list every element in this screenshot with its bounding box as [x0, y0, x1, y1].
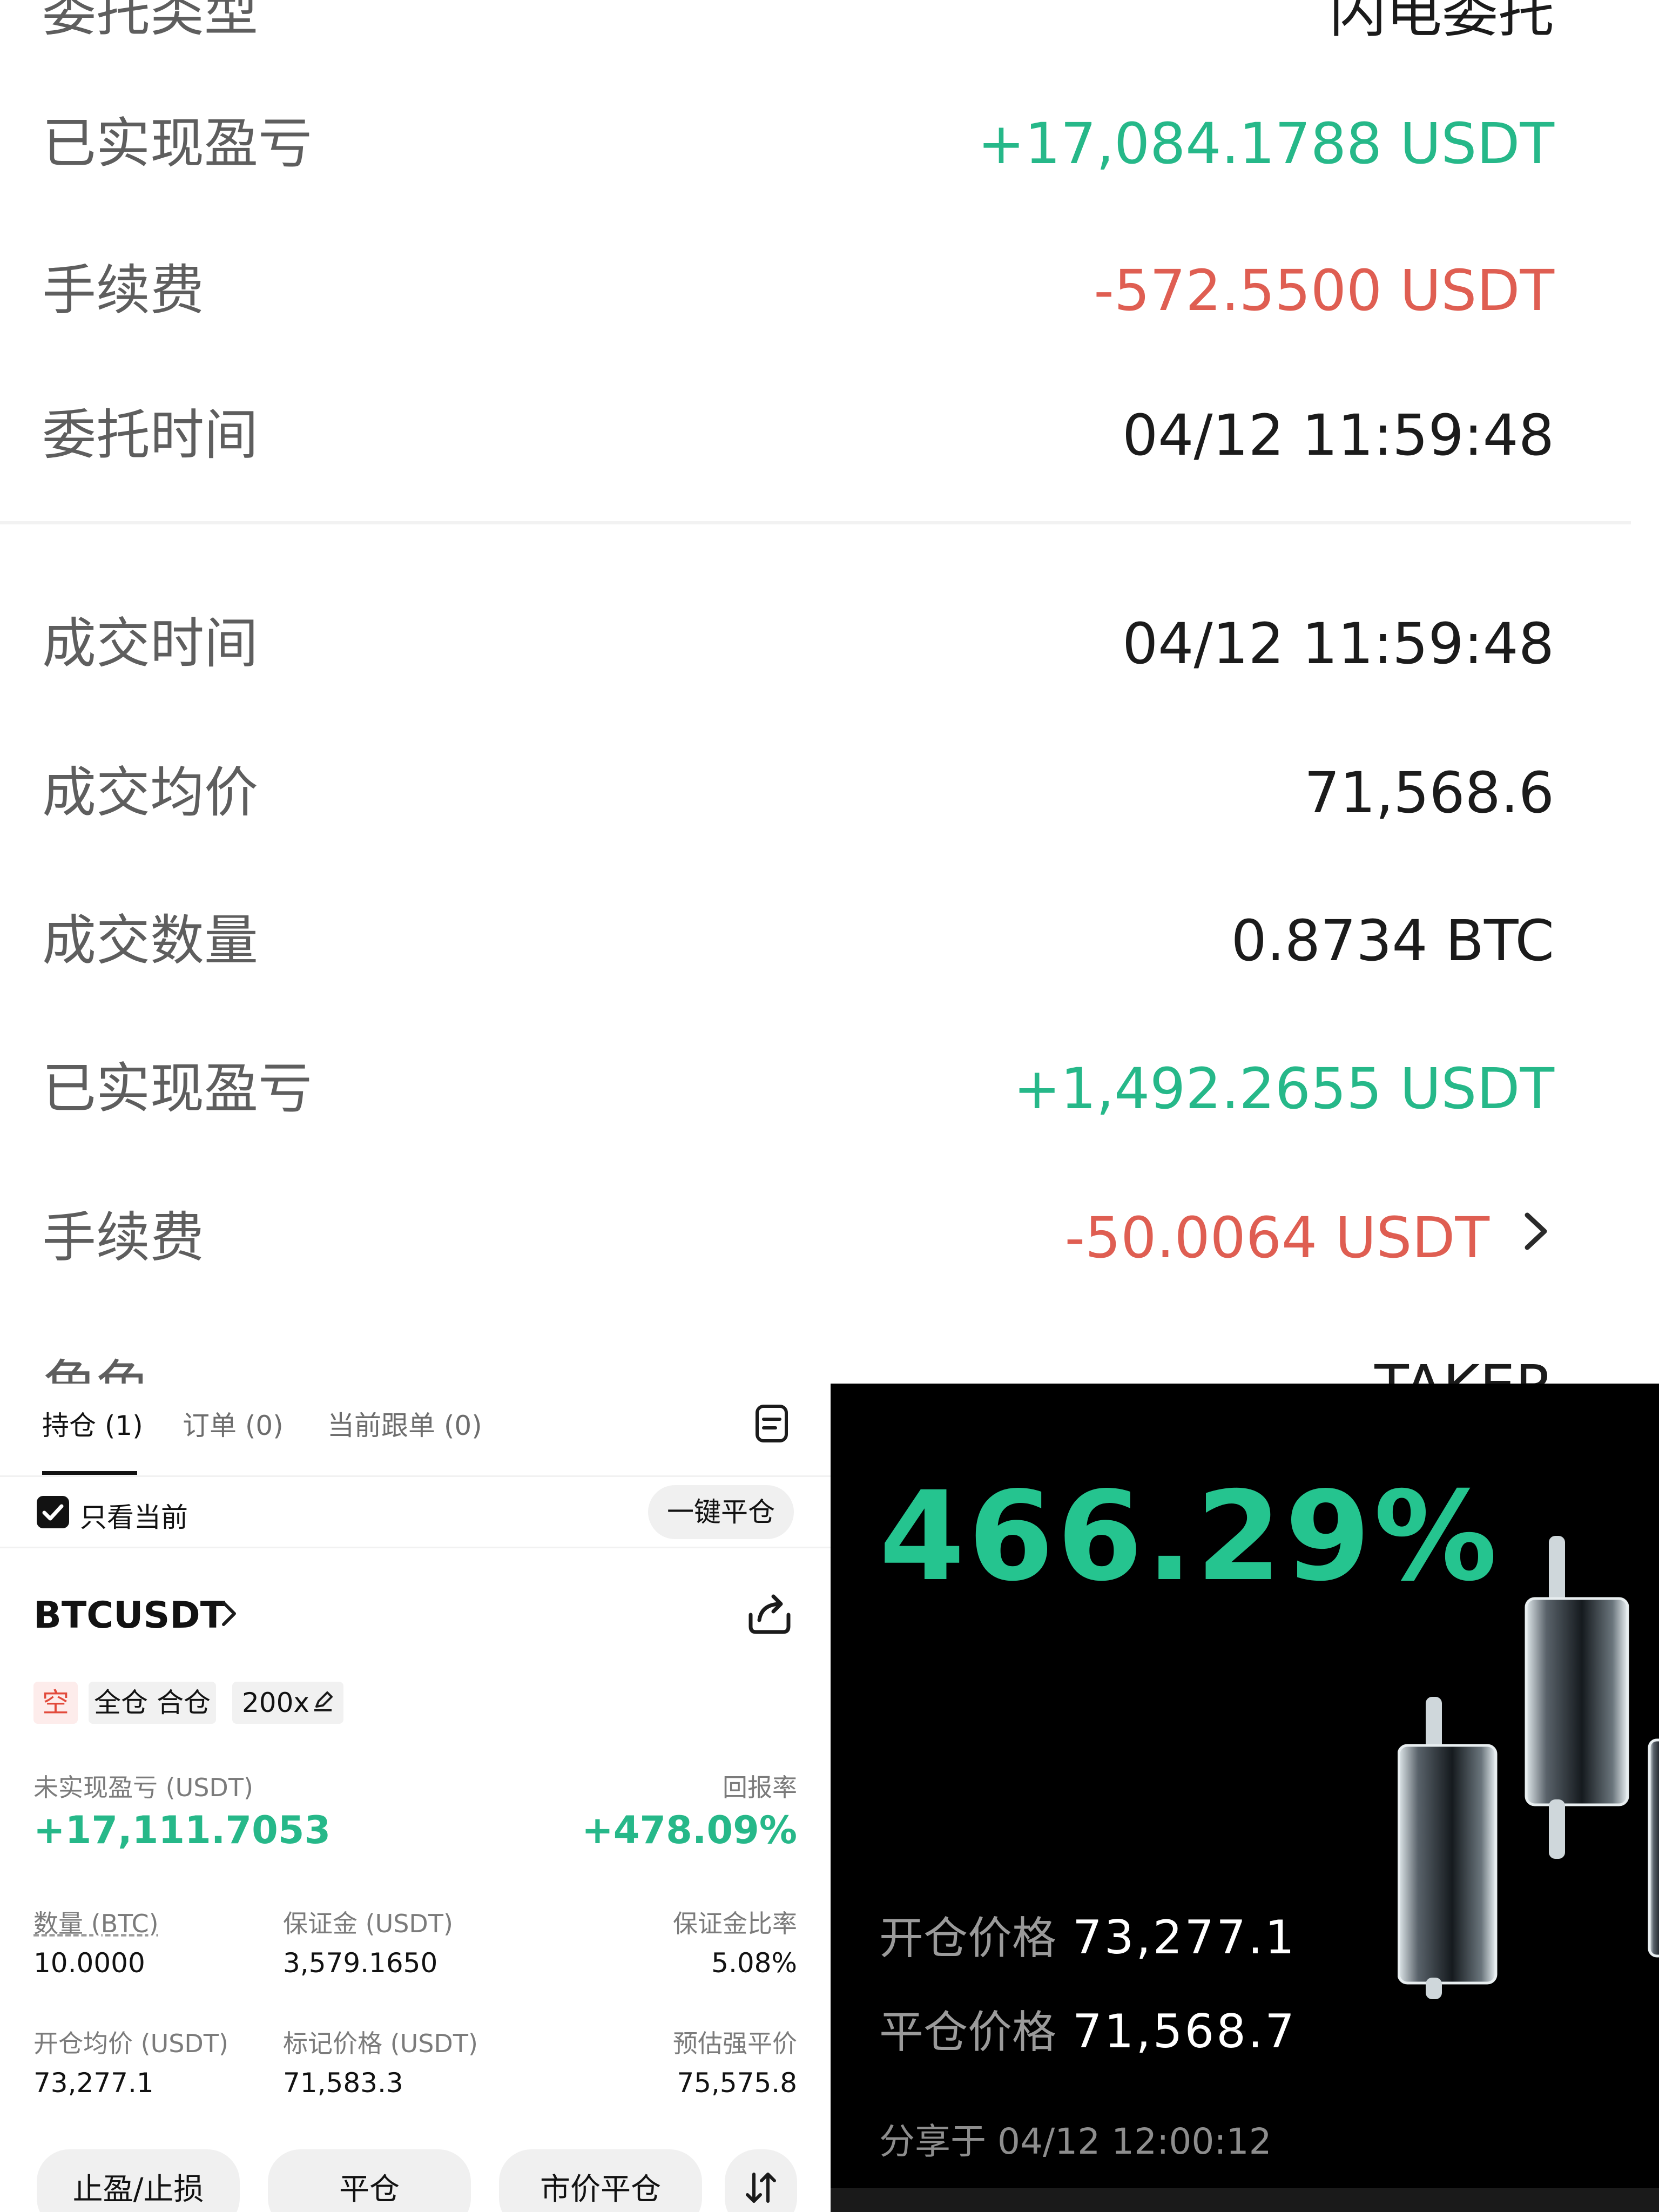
liquidation-price-label: 预估强平价: [673, 2029, 797, 2058]
share-card: 466.29% 开仓价格 73,277.1 平仓价格 71,568.7 分享于 04…: [831, 1384, 1659, 2212]
fee-value: -572.5500 USDT: [1094, 258, 1554, 323]
candlestick-illustration: [1398, 1536, 1659, 1999]
margin-ratio-label: 保证金比率: [673, 1909, 797, 1938]
card-bottom-strip: [831, 2188, 1659, 2212]
liquidation-price-value: 75,575.8: [677, 2067, 797, 2099]
chevron-right-icon[interactable]: [218, 1599, 240, 1629]
close-price-value: 71,568.7: [1073, 2005, 1297, 2059]
margin-value: 3,579.1650: [283, 1947, 438, 1979]
market-close-button[interactable]: 市价平仓: [499, 2149, 702, 2212]
realized-pnl-label: 已实现盈亏: [42, 112, 312, 175]
mark-price-label: 标记价格 (USDT): [283, 2029, 478, 2058]
row-avg-price: 成交均价 71,568.6: [0, 755, 1659, 831]
shared-timestamp: 分享于 04/12 12:00:12: [879, 2121, 1272, 2162]
symbol-name[interactable]: BTCUSDT: [33, 1594, 225, 1637]
avg-price-value: 71,568.6: [1304, 760, 1554, 826]
fill-time-value: 04/12 11:59:48: [1122, 611, 1554, 677]
fill-time-label: 成交时间: [42, 612, 258, 675]
positions-panel: 持仓 (1) 订单 (0) 当前跟单 (0) 只看当前 一键平仓 BTCUSDT…: [0, 1384, 831, 2212]
chevron-right-icon[interactable]: [1520, 1210, 1552, 1253]
realized-pnl-label: 已实现盈亏: [42, 1057, 312, 1120]
tab-orders[interactable]: 订单 (0): [183, 1404, 284, 1443]
mark-price-value: 71,583.3: [283, 2067, 403, 2099]
row-order-time: 委托时间 04/12 11:59:48: [0, 397, 1659, 473]
order-type-label: 委托类型: [42, 0, 258, 43]
entry-price-label: 开仓均价 (USDT): [33, 2029, 228, 2058]
order-detail-panel: 委托类型 闪电委托 已实现盈亏 +17,084.1788 USDT 手续费 -5…: [0, 0, 1659, 1384]
row-fill-qty: 成交数量 0.8734 BTC: [0, 903, 1659, 979]
roe-value: +478.09%: [582, 1808, 797, 1852]
edit-icon: [314, 1691, 333, 1711]
entry-price-value: 73,277.1: [33, 2067, 154, 2099]
fee-value: -50.0064 USDT: [1064, 1205, 1489, 1271]
unrealized-pnl-value: +17,111.7053: [33, 1808, 331, 1852]
fill-qty-label: 成交数量: [42, 909, 258, 972]
open-price-value: 73,277.1: [1073, 1911, 1297, 1965]
roe-label: 回报率: [723, 1773, 797, 1802]
row-realized-pnl-1: 已实现盈亏 +17,084.1788 USDT: [0, 106, 1659, 181]
close-position-button[interactable]: 平仓: [268, 2149, 471, 2212]
row-role: 角色 TAKER: [0, 1348, 1659, 1384]
tab-copy-trades[interactable]: 当前跟单 (0): [327, 1404, 482, 1443]
notes-icon[interactable]: [754, 1403, 790, 1444]
realized-pnl-value: +1,492.2655 USDT: [1013, 1056, 1554, 1122]
close-price-label: 平仓价格: [879, 2007, 1057, 2058]
margin-label: 保证金 (USDT): [283, 1909, 453, 1938]
role-value: TAKER: [1374, 1348, 1554, 1384]
checkbox-checked-icon[interactable]: [36, 1495, 70, 1529]
quantity-label[interactable]: 数量 (BTC): [33, 1904, 159, 1940]
row-fill-time: 成交时间 04/12 11:59:48: [0, 606, 1659, 682]
margin-mode-tag[interactable]: 全仓 合仓: [89, 1682, 216, 1724]
avg-price-label: 成交均价: [42, 761, 258, 824]
close-all-button[interactable]: 一键平仓: [648, 1485, 794, 1539]
fill-qty-value: 0.8734 BTC: [1231, 908, 1554, 974]
swap-icon: [746, 2173, 776, 2203]
tp-sl-button[interactable]: 止盈/止损: [37, 2149, 240, 2212]
row-order-type: 委托类型 闪电委托: [0, 0, 1659, 50]
fee-label: 手续费: [42, 259, 204, 322]
role-label: 角色: [42, 1348, 150, 1384]
close-price-line: 平仓价格 71,568.7: [879, 1996, 1297, 2060]
only-current-label[interactable]: 只看当前: [80, 1496, 188, 1535]
unrealized-pnl-label: 未实现盈亏 (USDT): [33, 1773, 253, 1802]
leverage-tag[interactable]: 200x: [232, 1682, 343, 1724]
margin-ratio-value: 5.08%: [711, 1947, 797, 1979]
order-type-value: 闪电委托: [1329, 0, 1554, 45]
row-realized-pnl-2: 已实现盈亏 +1,492.2655 USDT: [0, 1051, 1659, 1127]
fee-label: 手续费: [42, 1206, 204, 1269]
row-fee-2[interactable]: 手续费 -50.0064 USDT: [0, 1200, 1659, 1276]
quantity-value: 10.0000: [33, 1947, 145, 1979]
filter-divider: [0, 1547, 831, 1548]
realized-pnl-value: +17,084.1788 USDT: [977, 111, 1554, 177]
row-fee-1: 手续费 -572.5500 USDT: [0, 253, 1659, 328]
leverage-value: 200x: [242, 1687, 310, 1718]
short-tag: 空: [33, 1682, 78, 1724]
order-time-value: 04/12 11:59:48: [1122, 402, 1554, 468]
active-tab-indicator: [42, 1471, 137, 1475]
tab-positions[interactable]: 持仓 (1): [42, 1404, 143, 1443]
section-divider: [0, 521, 1631, 524]
open-price-label: 开仓价格: [879, 1913, 1057, 1964]
share-icon[interactable]: [745, 1589, 794, 1637]
open-price-line: 开仓价格 73,277.1: [879, 1902, 1297, 1966]
reverse-position-button[interactable]: [725, 2149, 797, 2212]
tabs-divider: [0, 1475, 831, 1477]
order-time-label: 委托时间: [42, 403, 258, 467]
